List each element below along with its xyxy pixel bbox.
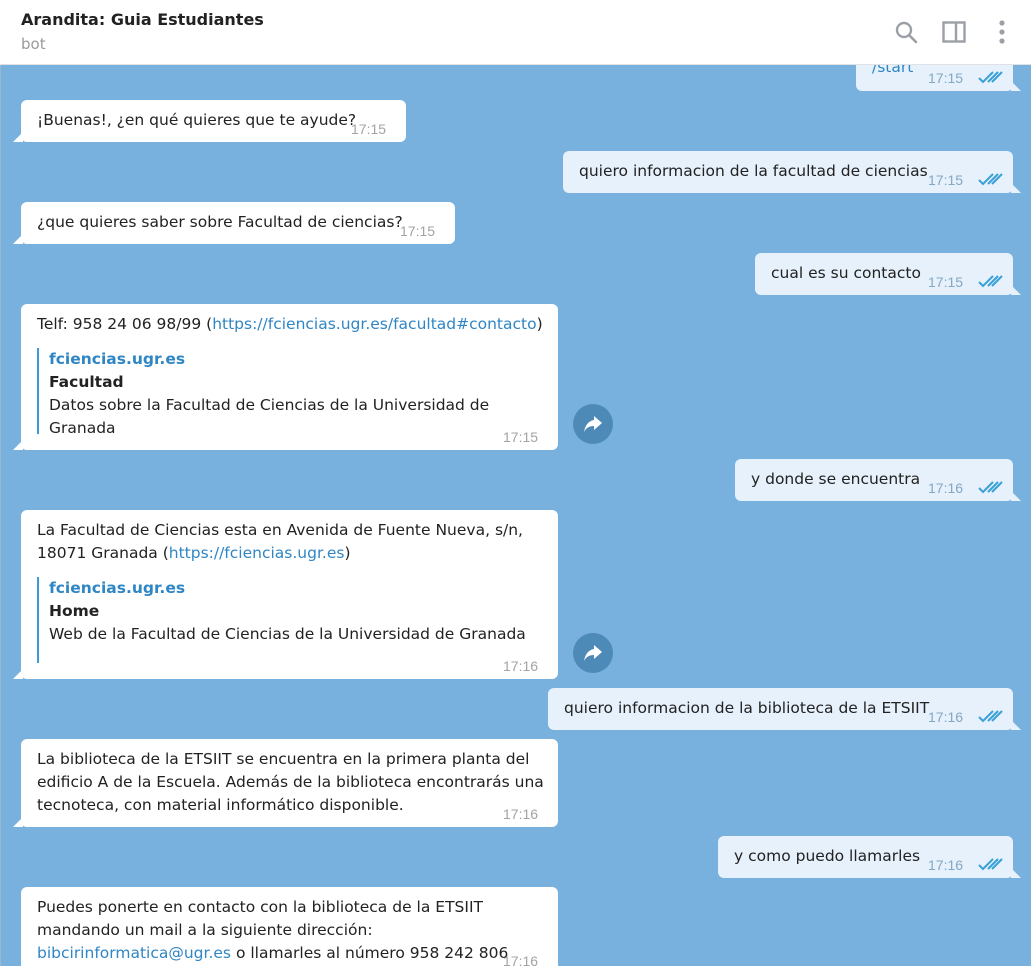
message-link[interactable]: bibcirinformatica@ugr.es xyxy=(37,944,231,962)
message-text[interactable]: /start xyxy=(872,65,913,79)
search-icon[interactable] xyxy=(892,18,920,46)
message-time: 17:16 xyxy=(503,806,539,822)
message-text: quiero informacion de la facultad de cie… xyxy=(579,162,928,180)
share-button[interactable] xyxy=(573,633,613,673)
message-incoming[interactable]: Telf: 958 24 06 98/99 (https://fciencias… xyxy=(13,304,558,450)
message-text: ¡Buenas!, ¿en qué quieres que te ayude? xyxy=(37,111,357,129)
message-time: 17:16 xyxy=(503,953,539,966)
message-text: La Facultad de Ciencias esta en Avenida … xyxy=(37,521,523,562)
chat-history[interactable]: /start 17:15 ¡Buenas!, ¿en qué quieres q… xyxy=(0,65,1031,966)
read-ticks-icon xyxy=(978,170,1004,186)
message-text: La biblioteca de la ETSIIT se encuentra … xyxy=(37,750,544,814)
preview-description: Datos sobre la Facultad de Ciencias de l… xyxy=(49,396,490,437)
message-outgoing[interactable]: cual es su contacto 17:15 xyxy=(755,253,1021,295)
message-link[interactable]: https://fciencias.ugr.es xyxy=(169,544,345,562)
share-arrow-icon xyxy=(584,416,602,432)
message-link[interactable]: https://fciencias.ugr.es/facultad#contac… xyxy=(212,315,536,333)
message-time: 17:15 xyxy=(351,121,387,137)
preview-site: fciencias.ugr.es xyxy=(49,579,186,597)
message-outgoing[interactable]: quiero informacion de la facultad de cie… xyxy=(563,151,1021,193)
read-ticks-icon xyxy=(978,68,1004,84)
message-text: ¿que quieres saber sobre Facultad de cie… xyxy=(37,213,403,231)
message-incoming[interactable]: La Facultad de Ciencias esta en Avenida … xyxy=(13,510,558,679)
message-time: 17:16 xyxy=(928,480,964,496)
message-text: y donde se encuentra xyxy=(751,470,921,488)
message-text: Telf: 958 24 06 98/99 (https://fciencias… xyxy=(37,315,543,333)
share-button[interactable] xyxy=(573,404,613,444)
message-incoming[interactable]: La biblioteca de la ETSIIT se encuentra … xyxy=(13,739,558,827)
preview-title: Home xyxy=(49,602,100,620)
message-time: 17:16 xyxy=(928,709,964,725)
preview-site: fciencias.ugr.es xyxy=(49,350,186,368)
sidebar-toggle-icon[interactable] xyxy=(940,18,968,46)
message-time: 17:15 xyxy=(503,429,539,445)
message-time: 17:16 xyxy=(928,857,964,873)
message-incoming[interactable]: Puedes ponerte en contacto con la biblio… xyxy=(21,887,558,966)
preview-description: Web de la Facultad de Ciencias de la Uni… xyxy=(49,625,526,643)
chat-header: Arandita: Guia Estudiantes bot xyxy=(0,0,1031,65)
message-outgoing[interactable]: /start 17:15 xyxy=(856,65,1021,91)
preview-title: Facultad xyxy=(49,373,124,391)
read-ticks-icon xyxy=(978,272,1004,288)
link-preview[interactable]: fciencias.ugr.es Home Web de la Facultad… xyxy=(37,577,526,663)
message-outgoing[interactable]: quiero informacion de la biblioteca de l… xyxy=(548,688,1021,730)
message-incoming[interactable]: ¡Buenas!, ¿en qué quieres que te ayude? … xyxy=(13,100,406,142)
message-time: 17:15 xyxy=(928,274,964,290)
message-time: 17:16 xyxy=(503,658,539,674)
message-text: y como puedo llamarles xyxy=(734,847,921,865)
message-time: 17:15 xyxy=(928,70,964,86)
share-arrow-icon xyxy=(584,645,602,661)
chat-title[interactable]: Arandita: Guia Estudiantes xyxy=(21,10,264,29)
link-preview[interactable]: fciencias.ugr.es Facultad Datos sobre la… xyxy=(37,348,558,437)
message-incoming[interactable]: ¿que quieres saber sobre Facultad de cie… xyxy=(13,202,455,244)
message-outgoing[interactable]: y donde se encuentra 17:16 xyxy=(735,459,1021,501)
chat-subtitle: bot xyxy=(21,35,46,53)
message-text: cual es su contacto xyxy=(771,264,921,282)
message-time: 17:15 xyxy=(928,172,964,188)
read-ticks-icon xyxy=(978,855,1004,871)
more-vertical-icon[interactable] xyxy=(988,18,1016,46)
read-ticks-icon xyxy=(978,707,1004,723)
message-time: 17:15 xyxy=(400,223,436,239)
message-text: Puedes ponerte en contacto con la biblio… xyxy=(37,898,509,962)
read-ticks-icon xyxy=(978,478,1004,494)
message-outgoing[interactable]: y como puedo llamarles 17:16 xyxy=(718,836,1021,878)
message-text: quiero informacion de la biblioteca de l… xyxy=(564,699,930,717)
